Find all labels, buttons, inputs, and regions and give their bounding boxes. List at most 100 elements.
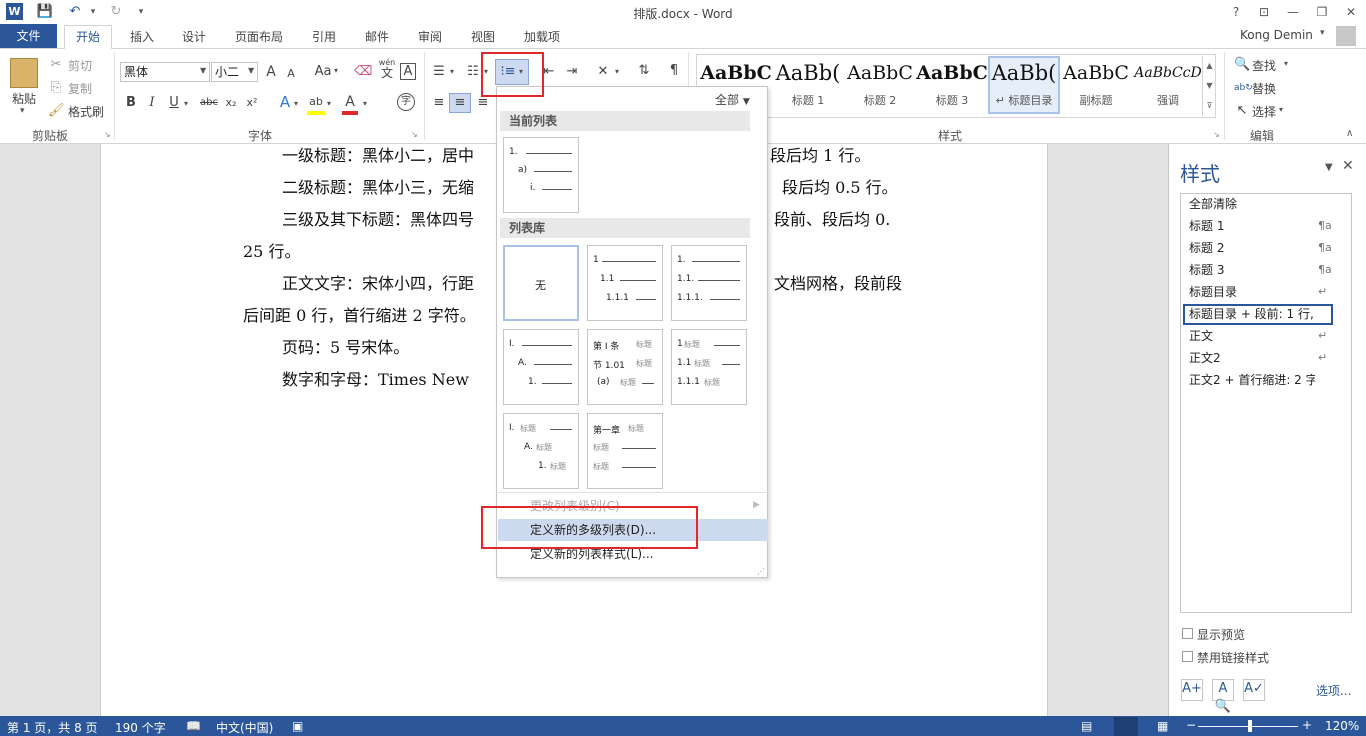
tab-insert[interactable]: 插入 (126, 29, 158, 49)
tab-references[interactable]: 引用 (308, 29, 340, 49)
replace-button[interactable]: 替换 (1252, 80, 1276, 97)
strikethrough-button[interactable]: abc (199, 94, 219, 112)
style-item-heading-2[interactable]: 标题 2 (1189, 238, 1224, 258)
resize-grip-icon[interactable]: ⋰ (757, 567, 765, 576)
list-heading-numeric-option[interactable]: 1 标题 1.1 标题 1.1.1 标题 (671, 329, 747, 405)
text-effects-button[interactable]: A (277, 93, 293, 111)
show-marks-icon[interactable]: ¶ (667, 62, 681, 80)
select-button[interactable]: 选择 (1252, 103, 1276, 120)
close-button[interactable]: ✕ (1340, 2, 1362, 22)
character-border-button[interactable]: A (400, 63, 416, 80)
proofing-icon[interactable]: 📖 (186, 719, 201, 733)
avatar[interactable] (1336, 26, 1356, 46)
style-item-normal[interactable]: 正文 (1189, 326, 1213, 346)
paste-dropdown-icon[interactable]: ▾ (20, 106, 25, 116)
style-item-toc-heading[interactable]: 标题目录 (1189, 282, 1237, 302)
font-color-dropdown-icon[interactable]: ▾ (363, 99, 367, 108)
font-launcher-icon[interactable]: ↘ (411, 130, 418, 139)
style-tile-toc-heading[interactable]: AaBb( ↵ 标题目录 (988, 56, 1060, 114)
underline-dropdown-icon[interactable]: ▾ (184, 99, 188, 108)
tab-page-layout[interactable]: 页面布局 (233, 29, 285, 49)
gallery-up-icon[interactable]: ▲ (1203, 56, 1216, 76)
styles-launcher-icon[interactable]: ↘ (1213, 130, 1220, 139)
zoom-in-button[interactable]: + (1302, 718, 1312, 732)
style-tile-heading-2[interactable]: AaBbC 标题 2 (844, 58, 916, 112)
style-tile-emphasis[interactable]: AaBbCcD 强调 (1132, 58, 1204, 112)
tab-design[interactable]: 设计 (178, 29, 210, 49)
grow-font-button[interactable]: A (263, 63, 279, 81)
macro-record-icon[interactable]: ▣ (292, 719, 303, 733)
sort-icon[interactable]: ⇅ (635, 62, 653, 80)
web-layout-icon[interactable]: ▦ (1157, 719, 1168, 733)
copy-button[interactable]: 复制 (68, 80, 92, 97)
subscript-button[interactable]: x₂ (223, 94, 239, 112)
pane-close-icon[interactable]: ✕ (1342, 158, 1354, 174)
paste-button[interactable]: 粘贴 (12, 90, 36, 107)
list-roman-heading-option[interactable]: I. 标题 A. 标题 1. 标题 (503, 413, 579, 489)
gallery-more-icon[interactable]: ⊽ (1203, 96, 1216, 116)
style-item-heading-1[interactable]: 标题 1 (1189, 216, 1224, 236)
zoom-level[interactable]: 120% (1325, 719, 1359, 733)
style-tile-heading-1[interactable]: AaBb( 标题 1 (772, 58, 844, 112)
list-filter-dropdown[interactable]: 全部 ▼ (715, 91, 750, 108)
gallery-down-icon[interactable]: ▼ (1203, 76, 1216, 96)
user-dropdown-icon[interactable]: ▾ (1320, 28, 1325, 38)
font-name-chevron-down-icon[interactable]: ▼ (200, 66, 206, 75)
show-preview-checkbox[interactable] (1182, 628, 1193, 639)
paste-icon[interactable] (10, 58, 38, 88)
numbering-icon[interactable]: ☷ (464, 63, 482, 81)
style-inspector-icon[interactable]: A🔍 (1212, 679, 1234, 714)
list-roman-alpha-option[interactable]: I. A. 1. (503, 329, 579, 405)
phonetic-guide-button[interactable]: wén 文 (376, 58, 398, 79)
find-dropdown-icon[interactable]: ▾ (1284, 59, 1288, 68)
tab-view[interactable]: 视图 (467, 29, 499, 49)
list-chapter-option[interactable]: 第一章 标题 标题 标题 (587, 413, 663, 489)
format-painter-button[interactable]: 格式刷 (68, 103, 104, 120)
select-dropdown-icon[interactable]: ▾ (1279, 105, 1283, 114)
style-item-normal-2-indent[interactable]: 正文2 + 首行缩进: 2 字 (1189, 370, 1315, 390)
print-layout-icon[interactable] (1114, 717, 1138, 736)
page-count[interactable]: 第 1 页，共 8 页 (7, 719, 98, 736)
zoom-slider-thumb[interactable] (1248, 720, 1252, 732)
font-size-chevron-down-icon[interactable]: ▼ (248, 66, 254, 75)
list-none-option[interactable]: 无 (503, 245, 579, 321)
italic-button[interactable]: I (146, 94, 158, 112)
style-tile-heading-3[interactable]: AaBbC 标题 3 (916, 58, 988, 112)
enclose-characters-button[interactable]: 字 (397, 93, 415, 111)
pane-options-icon[interactable]: ▼ (1325, 162, 1333, 173)
highlight-button[interactable]: ab (307, 93, 325, 115)
tab-home[interactable]: 开始 (64, 25, 112, 49)
list-numeric-dot-option[interactable]: 1. 1.1. 1.1.1. (671, 245, 747, 321)
current-list-option[interactable]: 1. a) i. (503, 137, 579, 213)
align-left-icon[interactable]: ≡ (431, 94, 447, 112)
increase-indent-icon[interactable]: ⇥ (563, 63, 581, 81)
text-effects-dropdown-icon[interactable]: ▾ (294, 99, 298, 108)
chinese-layout-dropdown-icon[interactable]: ▾ (615, 67, 619, 76)
change-case-dropdown-icon[interactable]: ▾ (334, 66, 338, 75)
superscript-button[interactable]: x² (244, 94, 260, 112)
ribbon-display-options-button[interactable]: ⊡ (1253, 2, 1275, 22)
find-button[interactable]: 查找 (1252, 57, 1276, 74)
tab-addins[interactable]: 加载项 (520, 29, 564, 49)
bullets-dropdown-icon[interactable]: ▾ (450, 67, 454, 76)
bold-button[interactable]: B (124, 94, 138, 112)
chinese-layout-icon[interactable]: ✕ (593, 63, 613, 81)
clear-formatting-icon[interactable]: ⌫ (354, 63, 372, 81)
cut-button[interactable]: 剪切 (68, 57, 92, 74)
help-button[interactable]: ? (1225, 2, 1247, 22)
tab-review[interactable]: 审阅 (414, 29, 446, 49)
align-center-icon[interactable]: ≡ (449, 93, 471, 113)
word-count[interactable]: 190 个字 (115, 719, 166, 736)
user-name[interactable]: Kong Demin (1240, 28, 1313, 42)
style-item-clear-all[interactable]: 全部清除 (1189, 194, 1237, 214)
language[interactable]: 中文(中国) (216, 719, 273, 736)
zoom-out-button[interactable]: − (1186, 718, 1196, 732)
list-numeric-option[interactable]: 1 1.1 1.1.1 (587, 245, 663, 321)
options-link[interactable]: 选项... (1316, 682, 1351, 699)
disable-linked-styles-checkbox[interactable] (1182, 651, 1193, 662)
new-style-icon[interactable]: A+ (1181, 679, 1203, 701)
restore-button[interactable]: ❐ (1311, 2, 1333, 22)
manage-styles-icon[interactable]: A✓ (1243, 679, 1265, 701)
style-tile-subtitle[interactable]: AaBbC 副标题 (1060, 58, 1132, 112)
tab-mailings[interactable]: 邮件 (361, 29, 393, 49)
